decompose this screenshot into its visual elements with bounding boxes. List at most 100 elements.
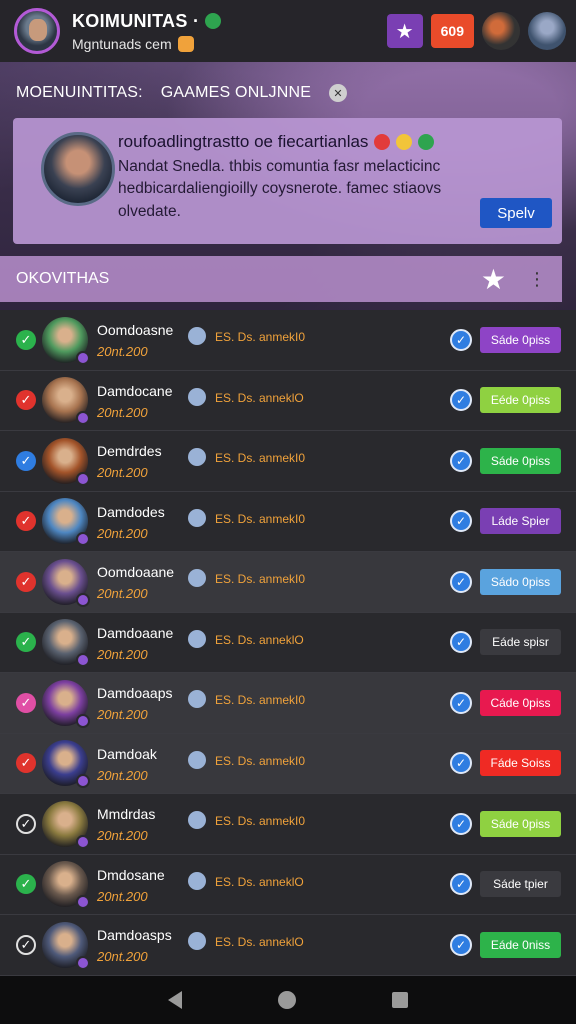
info-card-title: roufoadlingtrastto oe fiecartianlas bbox=[118, 132, 369, 151]
game-icon bbox=[188, 448, 206, 466]
member-avatar[interactable] bbox=[42, 377, 90, 426]
action-button[interactable]: Sáde tpier bbox=[480, 871, 561, 898]
action-button[interactable]: Láde Spier bbox=[480, 508, 561, 535]
member-avatar[interactable] bbox=[42, 679, 90, 728]
member-avatar[interactable] bbox=[42, 498, 90, 547]
game-icon bbox=[188, 629, 206, 648]
action-button[interactable]: Sádo 0piss bbox=[480, 568, 561, 595]
status-check-icon[interactable]: ✓ bbox=[16, 753, 36, 774]
avatar-badge-icon bbox=[76, 774, 90, 789]
member-name: Demdrdes bbox=[97, 443, 162, 459]
list-item[interactable]: ✓ Damdoak 20nt.200 ES. Ds. anmekI0 ✓ Fáde Soi… bbox=[0, 733, 576, 794]
action-button[interactable]: Sáde 0piss bbox=[480, 810, 561, 837]
list-item[interactable]: ✓ Dmdosane 20nt.200 ES. Ds. anneklO ✓ Sáde tp… bbox=[0, 854, 576, 915]
avatar-badge-icon bbox=[76, 471, 90, 486]
member-subtitle: 20nt.200 bbox=[97, 404, 148, 420]
member-avatar[interactable] bbox=[42, 861, 90, 910]
member-avatar[interactable] bbox=[42, 800, 90, 849]
avatar-badge-icon bbox=[76, 713, 90, 728]
member-name-text: Damdodes bbox=[97, 503, 165, 520]
status-check-icon[interactable]: ✓ bbox=[16, 632, 36, 653]
member-subtitle: 20nt.200 bbox=[97, 465, 148, 480]
status-check-icon[interactable]: ✓ bbox=[16, 390, 36, 411]
section-title: OKOVITHAS bbox=[16, 270, 110, 287]
online-status-icon bbox=[205, 13, 222, 29]
status-check-icon[interactable]: ✓ bbox=[16, 511, 36, 532]
member-avatar[interactable] bbox=[42, 740, 90, 789]
member-avatar[interactable] bbox=[42, 921, 90, 970]
status-check-icon[interactable]: ✓ bbox=[16, 692, 36, 713]
app-title: KOIMUNITAS · bbox=[72, 10, 200, 31]
avatar-badge-icon bbox=[76, 592, 90, 607]
member-name: Oomdoaane bbox=[97, 564, 174, 580]
favorites-star-button[interactable]: ★ bbox=[386, 14, 423, 48]
member-meta: ES. Ds. anmekI0 bbox=[215, 753, 306, 768]
action-button[interactable]: Eáde spisr bbox=[480, 629, 561, 656]
verified-icon: ✓ bbox=[450, 691, 472, 714]
community-avatar bbox=[41, 132, 115, 206]
avatar-badge-icon bbox=[76, 955, 90, 970]
member-name-text: Damdoak bbox=[97, 745, 157, 762]
member-avatar[interactable] bbox=[42, 619, 90, 668]
recents-icon[interactable] bbox=[392, 992, 408, 1008]
member-subtitle: 20nt.200 bbox=[97, 888, 148, 904]
home-icon[interactable] bbox=[278, 991, 296, 1009]
member-avatar[interactable] bbox=[42, 437, 90, 486]
avatar-badge-icon bbox=[76, 532, 90, 547]
list-item[interactable]: ✓ Damdoaaps 20nt.200 ES. Ds. anmekI0 ✓ Cáde 0… bbox=[0, 673, 576, 734]
emoji-green-icon bbox=[418, 134, 435, 150]
list-item[interactable]: ✓ Damdocane 20nt.200 ES. Ds. anneklO ✓ Eéde 0… bbox=[0, 370, 576, 431]
back-icon[interactable] bbox=[168, 991, 182, 1009]
header-titles: KOIMUNITAS · Mgntunads cem bbox=[72, 11, 387, 52]
member-name-text: Dmdosane bbox=[97, 866, 165, 883]
action-button[interactable]: Eáde 0niss bbox=[480, 931, 561, 958]
game-thumb-1[interactable] bbox=[482, 12, 520, 50]
profile-avatar[interactable] bbox=[14, 8, 60, 54]
action-button[interactable]: Fáde Soiss bbox=[480, 750, 561, 777]
status-check-icon[interactable]: ✓ bbox=[16, 934, 36, 955]
game-icon bbox=[188, 508, 206, 527]
member-avatar[interactable] bbox=[42, 558, 90, 607]
app-subtitle-row: Mgntunads cem bbox=[72, 35, 387, 52]
member-name-text: Oomdoasne bbox=[97, 322, 174, 338]
member-meta: ES. Ds. anmekI0 bbox=[215, 330, 306, 344]
action-button[interactable]: Sáde 0piss bbox=[480, 447, 561, 474]
list-item[interactable]: ✓ Mmdrdas 20nt.200 ES. Ds. anmekI0 ✓ Sáde 0pi… bbox=[0, 794, 576, 855]
member-name: Damdoasps bbox=[97, 927, 172, 943]
status-check-icon[interactable]: ✓ bbox=[16, 450, 36, 471]
verified-icon: ✓ bbox=[450, 752, 472, 775]
list-item[interactable]: ✓ Damdoasps 20nt.200 ES. Ds. anneklO ✓ Eáde 0… bbox=[0, 915, 576, 976]
more-vert-icon[interactable]: ⋮ bbox=[528, 269, 546, 290]
action-button[interactable]: Cáde 0piss bbox=[480, 689, 561, 716]
status-check-icon[interactable]: ✓ bbox=[16, 874, 36, 895]
action-button[interactable]: Eéde 0piss bbox=[480, 387, 561, 414]
list-item[interactable]: ✓ Oomdoaane 20nt.200 ES. Ds. anmekI0 ✓ Sádo 0… bbox=[0, 552, 576, 613]
close-icon[interactable]: ✕ bbox=[329, 84, 348, 102]
list-item[interactable]: ✓ Damdodes 20nt.200 ES. Ds. anmekI0 ✓ Láde Sp… bbox=[0, 491, 576, 552]
community-info-card: roufoadlingtrastto oe fiecartianlas Nand… bbox=[13, 118, 562, 244]
verified-icon: ✓ bbox=[450, 510, 472, 533]
member-meta: ES. Ds. anmekI0 bbox=[215, 451, 306, 465]
member-subtitle: 20nt.200 bbox=[97, 707, 148, 722]
status-check-icon[interactable]: ✓ bbox=[16, 571, 36, 592]
member-avatar[interactable] bbox=[42, 316, 90, 365]
app-subtitle: Mgntunads cem bbox=[72, 35, 172, 52]
member-meta: ES. Ds. anmekI0 bbox=[215, 814, 306, 828]
info-card-button[interactable]: Spelv bbox=[480, 198, 552, 228]
verified-icon: ✓ bbox=[450, 389, 472, 412]
app-title-row: KOIMUNITAS · bbox=[72, 11, 387, 32]
notification-count-button[interactable]: 609 bbox=[430, 14, 474, 48]
status-check-icon[interactable]: ✓ bbox=[16, 329, 36, 350]
top-app-bar: KOIMUNITAS · Mgntunads cem ★ 609 bbox=[0, 0, 576, 62]
status-check-icon[interactable]: ✓ bbox=[16, 813, 36, 834]
game-icon bbox=[188, 811, 206, 829]
list-item[interactable]: ✓ Damdoaane 20nt.200 ES. Ds. anneklO ✓ Eáde s… bbox=[0, 612, 576, 673]
action-button[interactable]: Sáde 0piss bbox=[480, 326, 561, 353]
member-name: Damdoak bbox=[97, 746, 157, 762]
avatar-badge-icon bbox=[76, 350, 90, 365]
list-item[interactable]: ✓ Demdrdes 20nt.200 ES. Ds. anmekI0 ✓ Sáde 0p… bbox=[0, 431, 576, 492]
game-thumb-2[interactable] bbox=[528, 12, 566, 50]
list-item[interactable]: ✓ Oomdoasne 20nt.200 ES. Ds. anmekI0 ✓ Sáde 0… bbox=[0, 310, 576, 371]
member-list: ✓ Oomdoasne 20nt.200 ES. Ds. anmekI0 ✓ Sáde 0… bbox=[0, 310, 576, 976]
star-icon[interactable]: ★ bbox=[481, 263, 506, 296]
